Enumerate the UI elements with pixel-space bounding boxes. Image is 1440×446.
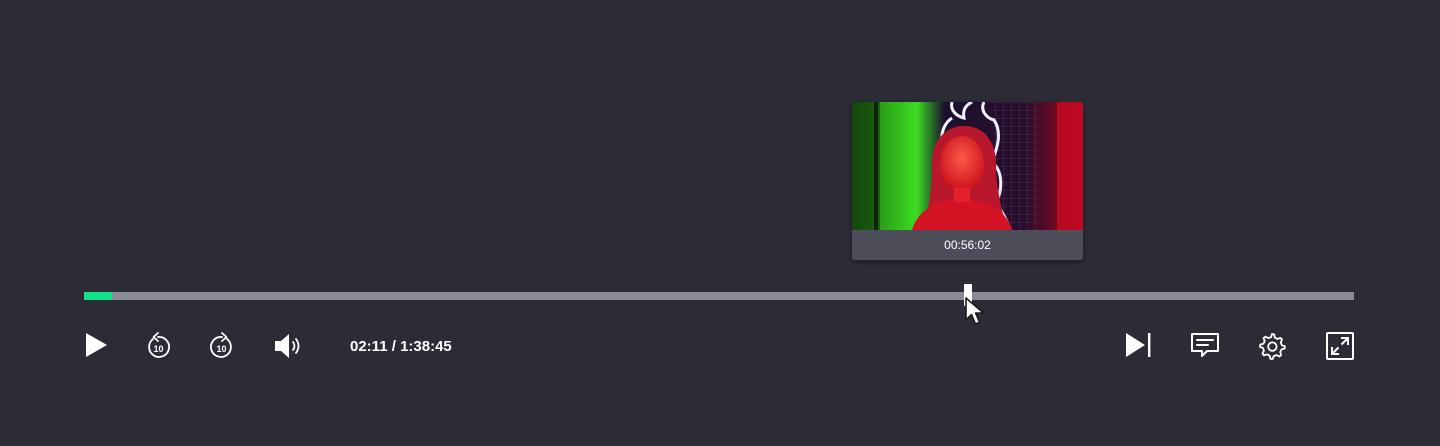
- time-separator: /: [387, 338, 401, 355]
- play-icon: [86, 333, 107, 357]
- forward-10-icon: 10: [210, 332, 232, 358]
- total-duration: 1:38:45: [400, 338, 452, 355]
- volume-icon: [275, 334, 300, 358]
- preview-thumbnail: [852, 102, 1083, 230]
- rewind-10-icon: 10: [148, 332, 170, 358]
- next-episode-button[interactable]: [1122, 330, 1154, 360]
- video-player: 00:56:02 10 10 02:11 / 1:38:45: [0, 0, 1440, 446]
- forward-10-button[interactable]: 10: [207, 330, 237, 362]
- timeline-preview-tooltip: 00:56:02: [852, 102, 1083, 260]
- played-progress: [84, 292, 112, 300]
- volume-button[interactable]: [271, 330, 305, 362]
- next-icon: [1126, 333, 1151, 357]
- current-time: 02:11: [350, 338, 388, 355]
- rewind-seconds-label: 10: [153, 344, 163, 354]
- subtitles-button[interactable]: [1188, 330, 1222, 360]
- mouse-cursor-icon: [965, 297, 985, 325]
- settings-button[interactable]: [1256, 330, 1288, 362]
- forward-seconds-label: 10: [216, 344, 226, 354]
- fullscreen-button[interactable]: [1324, 330, 1356, 362]
- preview-timestamp: 00:56:02: [944, 238, 991, 252]
- subtitles-icon: [1191, 333, 1219, 357]
- fullscreen-icon: [1326, 332, 1354, 360]
- play-button[interactable]: [80, 330, 112, 360]
- gear-icon: [1259, 333, 1286, 360]
- rewind-10-button[interactable]: 10: [143, 330, 173, 362]
- time-display: 02:11 / 1:38:45: [350, 336, 452, 358]
- progress-bar[interactable]: [84, 292, 1354, 300]
